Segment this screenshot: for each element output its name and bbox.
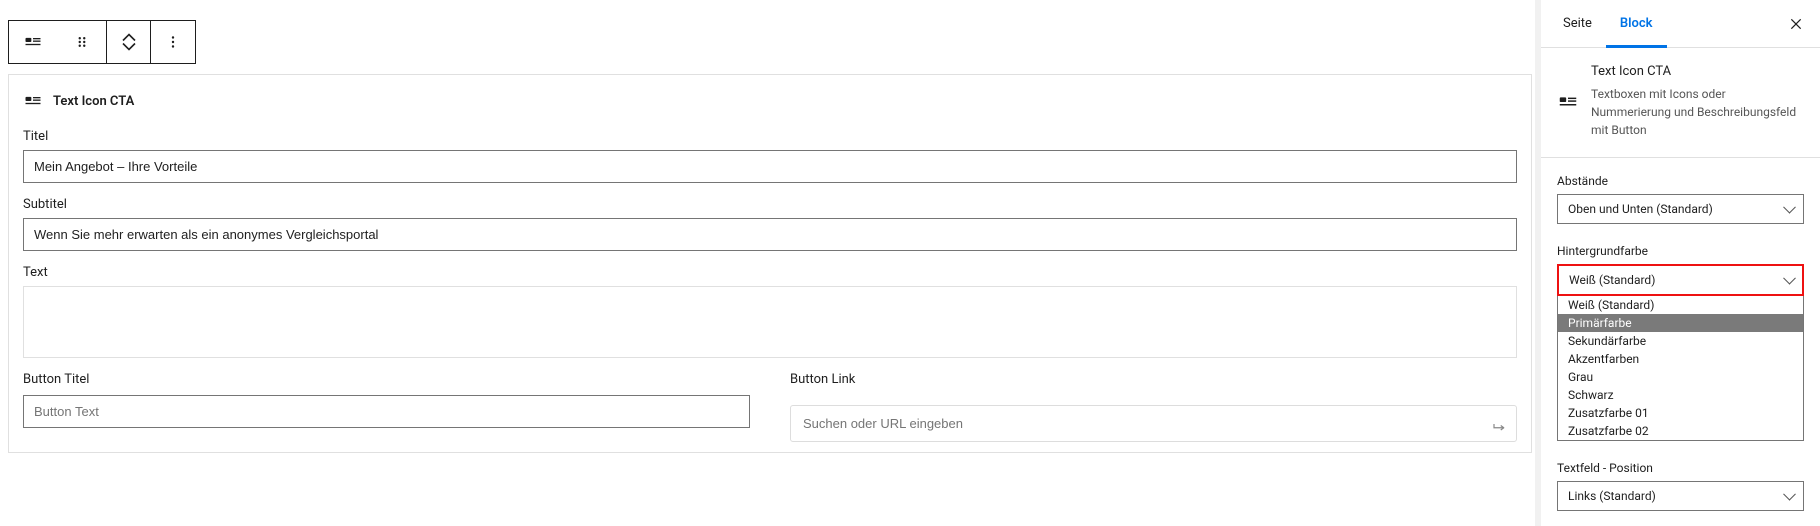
- hintergrund-option[interactable]: Primärfarbe: [1558, 314, 1803, 332]
- drag-handle[interactable]: [58, 21, 107, 63]
- textfeld-label: Textfeld - Position: [1557, 461, 1804, 475]
- chevron-up-icon: [122, 33, 136, 42]
- more-vertical-icon: [164, 33, 182, 51]
- block-summary: Text Icon CTA Textboxen mit Icons oder N…: [1541, 48, 1820, 158]
- tab-block[interactable]: Block: [1606, 0, 1667, 48]
- hintergrund-dropdown: Weiß (Standard)PrimärfarbeSekundärfarbeA…: [1557, 296, 1804, 441]
- chevron-down-icon: [122, 42, 136, 51]
- button-link-input[interactable]: [790, 405, 1517, 442]
- hintergrund-option[interactable]: Weiß (Standard): [1558, 296, 1803, 314]
- button-link-label: Button Link: [790, 372, 1517, 387]
- editor-canvas: Text Icon CTA Titel Subtitel Text Button…: [0, 0, 1540, 526]
- sidebar-tabs: Seite Block: [1541, 0, 1820, 48]
- textfeld-select[interactable]: Links (Standard): [1557, 481, 1804, 511]
- more-options-button[interactable]: [151, 21, 195, 63]
- hintergrund-option[interactable]: Schwarz: [1558, 386, 1803, 404]
- text-icon-cta-icon: [23, 91, 43, 111]
- settings-sidebar: Seite Block Text Icon CTA Textboxen mit …: [1540, 0, 1820, 526]
- submit-link-icon[interactable]: [1491, 415, 1509, 433]
- titel-label: Titel: [23, 129, 1517, 144]
- text-icon-cta-icon: [23, 32, 43, 52]
- button-titel-input[interactable]: [23, 395, 750, 428]
- block-toolbar: [8, 20, 196, 64]
- close-sidebar-button[interactable]: [1780, 8, 1812, 40]
- block-card: Text Icon CTA Titel Subtitel Text Button…: [8, 74, 1532, 453]
- button-titel-label: Button Titel: [23, 372, 750, 387]
- hintergrund-label: Hintergrundfarbe: [1557, 244, 1804, 258]
- block-description: Textboxen mit Icons oder Nummerierung un…: [1591, 85, 1804, 139]
- close-icon: [1788, 16, 1804, 32]
- block-name: Text Icon CTA: [1591, 64, 1804, 79]
- block-type-button[interactable]: [9, 21, 58, 63]
- hintergrund-option[interactable]: Grau: [1558, 368, 1803, 386]
- move-up-down[interactable]: [107, 21, 150, 63]
- text-input[interactable]: [23, 286, 1517, 358]
- subtitel-input[interactable]: [23, 218, 1517, 251]
- scrollbar[interactable]: [1535, 0, 1541, 526]
- drag-handle-icon: [73, 33, 91, 51]
- text-label: Text: [23, 265, 1517, 280]
- abstaende-label: Abstände: [1557, 174, 1804, 188]
- block-card-header: Text Icon CTA: [9, 75, 1531, 125]
- hintergrund-option[interactable]: Zusatzfarbe 01: [1558, 404, 1803, 422]
- tab-page[interactable]: Seite: [1549, 0, 1606, 48]
- subtitel-label: Subtitel: [23, 197, 1517, 212]
- block-title: Text Icon CTA: [53, 94, 134, 109]
- hintergrund-option[interactable]: Zusatzfarbe 02: [1558, 422, 1803, 440]
- text-icon-cta-icon: [1557, 64, 1579, 139]
- titel-input[interactable]: [23, 150, 1517, 183]
- hintergrund-option[interactable]: Sekundärfarbe: [1558, 332, 1803, 350]
- abstaende-select[interactable]: Oben und Unten (Standard): [1557, 194, 1804, 224]
- hintergrund-select[interactable]: Weiß (Standard): [1557, 264, 1804, 296]
- hintergrund-option[interactable]: Akzentfarben: [1558, 350, 1803, 368]
